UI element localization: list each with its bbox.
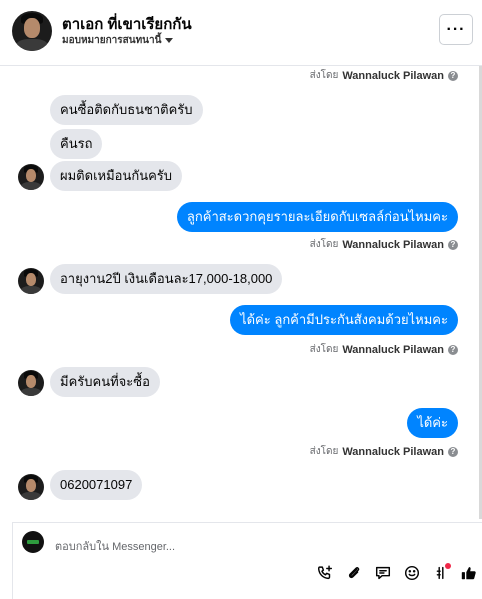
incoming-message[interactable]: คืนรถ [50,129,103,159]
incoming-message[interactable]: คนซื้อติดกับธนชาติครับ [50,95,203,125]
emoji-icon[interactable] [402,563,422,583]
incoming-message[interactable]: มีครับคนที่จะซื้อ [50,367,160,397]
message-thread[interactable]: ส่งโดย Wannaluck Pilawan ? คนซื้อติดกับธ… [0,66,482,519]
hashtag-icon[interactable] [431,563,451,583]
outgoing-message[interactable]: ลูกค้าสะดวกคุยรายละเอียดกับเซลล์ก่อนไหมค… [176,202,458,232]
info-icon[interactable]: ? [448,239,458,250]
contact-avatar[interactable] [18,164,44,190]
reply-input[interactable] [53,531,473,555]
sent-by-line: ส่งโดย Wannaluck Pilawan ? [310,237,458,252]
info-icon[interactable]: ? [448,70,458,81]
outgoing-message[interactable]: ได้ค่ะ [407,408,458,438]
sent-by-name: Wannaluck Pilawan [342,343,444,356]
sent-by-prefix: ส่งโดย [309,344,339,355]
attachment-icon[interactable] [344,563,364,583]
info-icon[interactable]: ? [448,344,458,355]
sent-by-prefix: ส่งโดย [309,70,339,81]
incoming-message[interactable]: อายุงาน2ปี เงินเดือนละ17,000-18,000 [50,264,283,294]
contact-avatar[interactable] [18,474,44,500]
assign-conversation-label: มอบหมายการสนทนานี้ [62,35,162,46]
sent-by-line: ส่งโดย Wannaluck Pilawan ? [310,444,458,459]
outgoing-message[interactable]: ได้ค่ะ ลูกค้ามีประกันสังคมด้วยไหมคะ [230,305,458,335]
contact-avatar[interactable] [12,11,52,51]
saved-reply-icon[interactable] [373,563,393,583]
more-options-button[interactable]: ··· [439,14,473,45]
like-icon[interactable] [459,563,479,583]
sent-by-name: Wannaluck Pilawan [342,69,444,82]
reply-composer: ตอบกลับใน Messenger... [12,522,482,599]
info-icon[interactable]: ? [448,446,458,457]
sent-by-line: ส่งโดย Wannaluck Pilawan ? [310,342,458,357]
assign-conversation-dropdown[interactable]: มอบหมายการสนทนานี้ [62,33,174,48]
sent-by-line: ส่งโดย Wannaluck Pilawan ? [310,68,458,83]
incoming-message[interactable]: ผมติดเหมือนกันครับ [50,161,183,191]
sent-by-prefix: ส่งโดย [309,239,339,250]
sent-by-name: Wannaluck Pilawan [342,445,444,458]
call-add-icon[interactable] [315,563,335,583]
conversation-header: ตาเอก ที่เขาเรียกกัน มอบหมายการสนทนานี้ … [0,0,482,66]
notification-dot [445,563,451,569]
sent-by-prefix: ส่งโดย [309,446,339,457]
contact-avatar[interactable] [18,268,44,294]
incoming-message[interactable]: 0620071097 [50,470,143,500]
contact-avatar[interactable] [18,370,44,396]
page-avatar [22,531,44,553]
caret-down-icon [165,38,174,43]
more-options-icon: ··· [446,20,466,38]
sent-by-name: Wannaluck Pilawan [342,238,444,251]
